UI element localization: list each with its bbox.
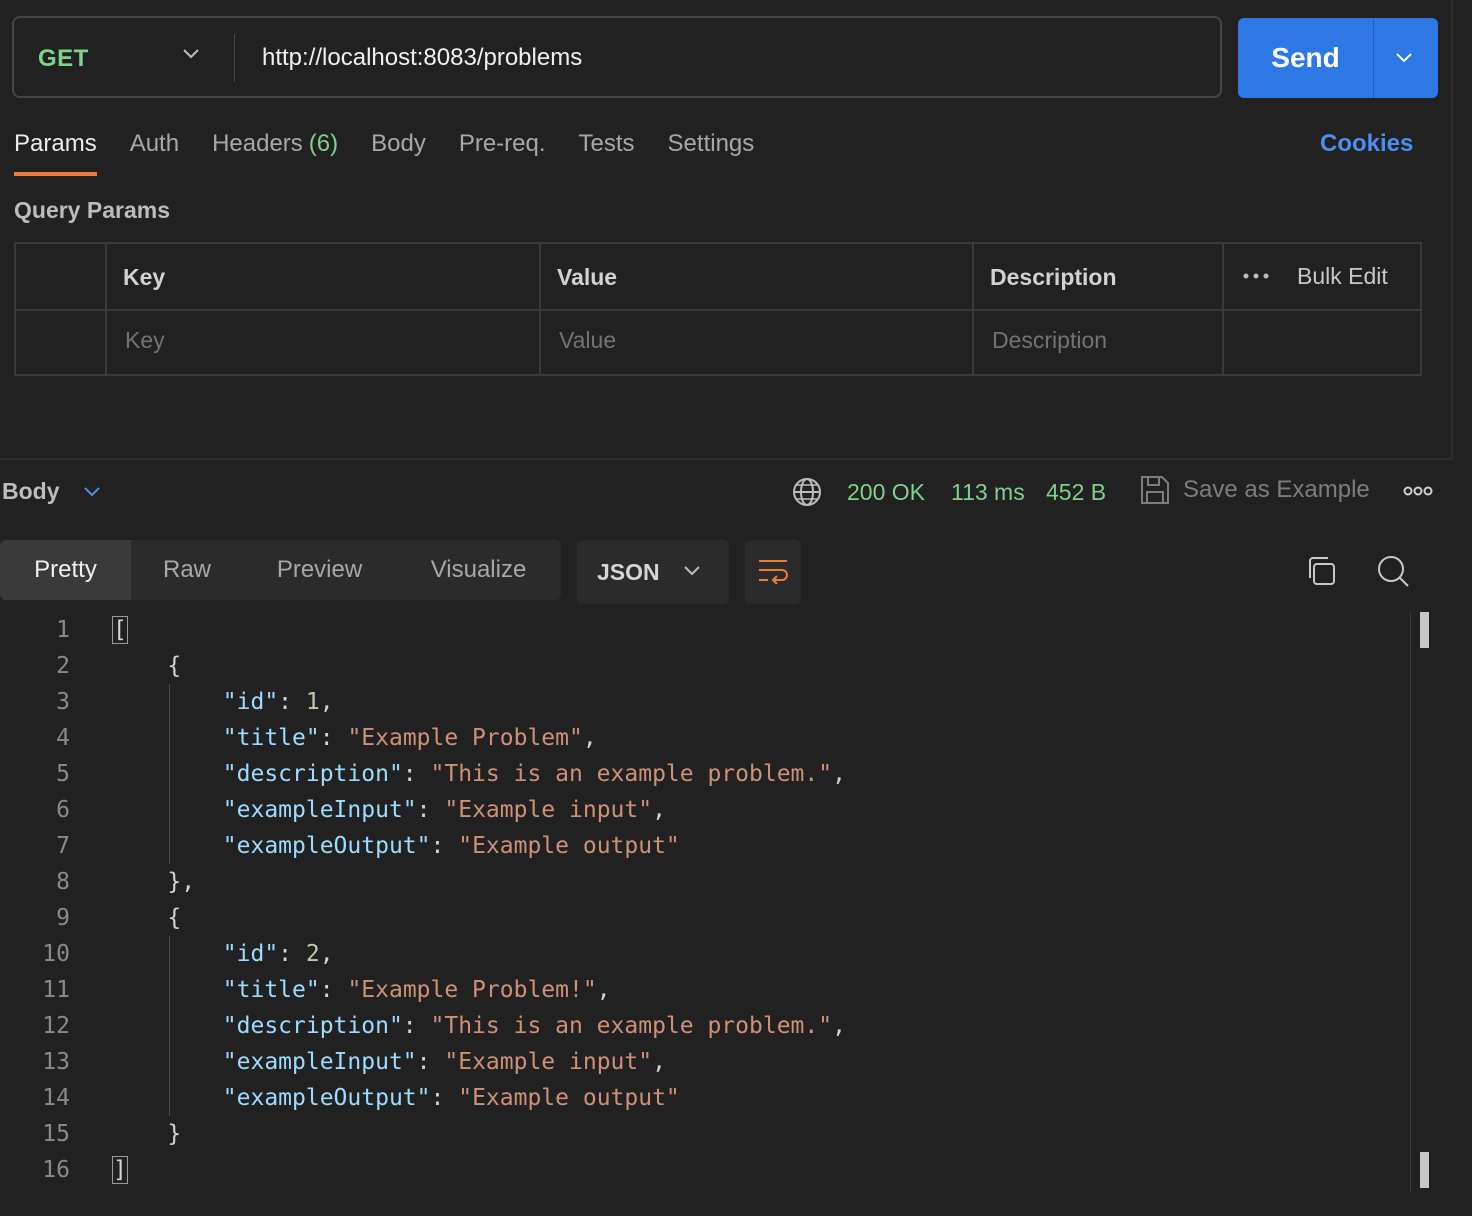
- line-number: 8: [56, 869, 70, 895]
- tab-auth[interactable]: Auth: [130, 130, 179, 166]
- method-select[interactable]: GET: [38, 45, 89, 73]
- panel-divider: [1451, 0, 1453, 460]
- code-text: "exampleInput": "Example input",: [222, 1049, 666, 1075]
- tab-visualize[interactable]: Visualize: [396, 540, 561, 600]
- line-number: 16: [42, 1157, 70, 1183]
- search-icon[interactable]: [1376, 554, 1410, 588]
- line-number: 11: [42, 977, 70, 1003]
- line-number: 2: [56, 653, 70, 679]
- code-text: {: [112, 905, 182, 931]
- code-text: "id": 2,: [222, 941, 334, 967]
- line-number: 14: [42, 1085, 70, 1111]
- url-input[interactable]: http://localhost:8083/problems: [262, 44, 582, 72]
- request-tabs: Params Auth Headers (6) Body Pre-req. Tes…: [14, 130, 787, 176]
- row-divider: [16, 309, 1420, 311]
- globe-icon[interactable]: [791, 476, 823, 508]
- chevron-down-icon[interactable]: [82, 485, 102, 499]
- code-text: {: [112, 653, 182, 679]
- scrollbar-track[interactable]: [1410, 612, 1411, 1192]
- more-options-icon[interactable]: [1403, 485, 1433, 497]
- code-text: "exampleOutput": "Example output": [222, 1085, 680, 1111]
- code-text: "title": "Example Problem!",: [222, 977, 611, 1003]
- response-size[interactable]: 452 B: [1046, 479, 1106, 506]
- wrap-lines-icon: [759, 560, 788, 584]
- value-header: Value: [557, 264, 618, 290]
- save-as-example-button[interactable]: Save as Example: [1183, 476, 1370, 504]
- format-label: JSON: [597, 559, 660, 585]
- tab-prereq[interactable]: Pre-req.: [459, 130, 546, 166]
- scrollbar-marker-bottom[interactable]: [1420, 1152, 1429, 1188]
- format-select[interactable]: JSON: [577, 540, 729, 604]
- url-separator: [234, 34, 235, 82]
- line-number: 1: [56, 617, 70, 643]
- code-text: [: [112, 616, 128, 644]
- status-code[interactable]: 200 OK: [847, 479, 925, 506]
- request-url-bar: GET http://localhost:8083/problems: [12, 16, 1222, 98]
- line-number: 15: [42, 1121, 70, 1147]
- chevron-down-icon[interactable]: [1393, 47, 1415, 69]
- cookies-link[interactable]: Cookies: [1320, 130, 1413, 158]
- response-body-title[interactable]: Body: [2, 478, 60, 505]
- code-text: "description": "This is an example probl…: [222, 1013, 846, 1039]
- bulk-edit-button[interactable]: Bulk Edit: [1297, 263, 1388, 290]
- query-params-title: Query Params: [14, 197, 170, 223]
- line-number: 6: [56, 797, 70, 823]
- more-options-icon[interactable]: [1242, 272, 1270, 280]
- line-number: 12: [42, 1013, 70, 1039]
- tab-raw[interactable]: Raw: [131, 540, 243, 600]
- response-time[interactable]: 113 ms: [951, 479, 1025, 506]
- query-params-table: Key Value Description Bulk Edit Key Valu…: [14, 242, 1422, 376]
- line-number: 10: [42, 941, 70, 967]
- code-text: "title": "Example Problem",: [222, 725, 597, 751]
- code-text: "id": 1,: [222, 689, 334, 715]
- headers-count: (6): [308, 130, 339, 157]
- tab-preview[interactable]: Preview: [243, 540, 396, 600]
- code-text: }: [112, 1121, 182, 1147]
- tab-body[interactable]: Body: [371, 130, 426, 166]
- key-header: Key: [123, 264, 166, 290]
- save-icon[interactable]: [1139, 474, 1171, 506]
- description-input[interactable]: Description: [992, 327, 1107, 354]
- tab-pretty[interactable]: Pretty: [0, 540, 131, 600]
- tab-params[interactable]: Params: [14, 130, 97, 176]
- code-text: "description": "This is an example probl…: [222, 761, 846, 787]
- line-number: 13: [42, 1049, 70, 1075]
- tab-tests[interactable]: Tests: [579, 130, 635, 166]
- line-number: 7: [56, 833, 70, 859]
- code-text: "exampleOutput": "Example output": [222, 833, 680, 859]
- response-code-viewer[interactable]: 1 [2 {3 "id": 1, 4 "title": "Example Probl…: [0, 612, 1410, 1192]
- send-button-group: Send: [1238, 18, 1438, 98]
- line-number: 3: [56, 689, 70, 715]
- wrap-lines-button[interactable]: [745, 540, 801, 604]
- description-header: Description: [990, 264, 1117, 290]
- code-text: },: [112, 869, 196, 895]
- line-number: 9: [56, 905, 70, 931]
- tab-headers-label: Headers: [212, 130, 303, 157]
- send-button[interactable]: Send: [1238, 18, 1373, 98]
- copy-icon[interactable]: [1305, 555, 1337, 587]
- chevron-down-icon: [684, 566, 700, 576]
- key-input[interactable]: Key: [125, 327, 165, 354]
- scrollbar-marker-top[interactable]: [1420, 612, 1429, 648]
- chevron-down-icon[interactable]: [182, 48, 200, 60]
- line-number: 5: [56, 761, 70, 787]
- pane-separator[interactable]: [0, 458, 1452, 460]
- code-text: ]: [112, 1156, 128, 1184]
- response-view-tabs: Pretty Raw Preview Visualize: [0, 540, 561, 600]
- tab-settings[interactable]: Settings: [668, 130, 755, 166]
- code-text: "exampleInput": "Example input",: [222, 797, 666, 823]
- line-number: 4: [56, 725, 70, 751]
- value-input[interactable]: Value: [559, 327, 616, 354]
- tab-headers[interactable]: Headers (6): [212, 130, 338, 166]
- send-separator: [1373, 18, 1374, 98]
